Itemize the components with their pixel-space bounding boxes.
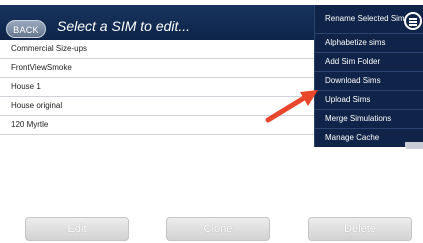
menu-item-upload-sims[interactable]: Upload Sims: [315, 90, 423, 108]
back-button[interactable]: BACK: [6, 20, 46, 38]
red-arrow-icon: [265, 90, 318, 123]
edit-button[interactable]: Edit: [25, 217, 129, 241]
page-title: Select a SIM to edit...: [57, 18, 191, 34]
menu-item-alphabetize-sims[interactable]: Alphabetize sims: [315, 33, 423, 51]
menu-item-merge-simulations[interactable]: Merge Simulations: [315, 109, 423, 127]
clone-button[interactable]: Clone: [166, 217, 270, 241]
list-item[interactable]: FrontViewSmoke: [0, 59, 315, 78]
scroll-handle[interactable]: [405, 142, 423, 149]
list-item[interactable]: Commercial Size-ups: [0, 40, 315, 59]
menu-item-add-sim-folder[interactable]: Add Sim Folder: [315, 52, 423, 70]
delete-button[interactable]: Delete: [308, 217, 412, 241]
hamburger-circle-icon[interactable]: [404, 12, 422, 30]
menu-item-download-sims[interactable]: Download Sims: [315, 71, 423, 89]
